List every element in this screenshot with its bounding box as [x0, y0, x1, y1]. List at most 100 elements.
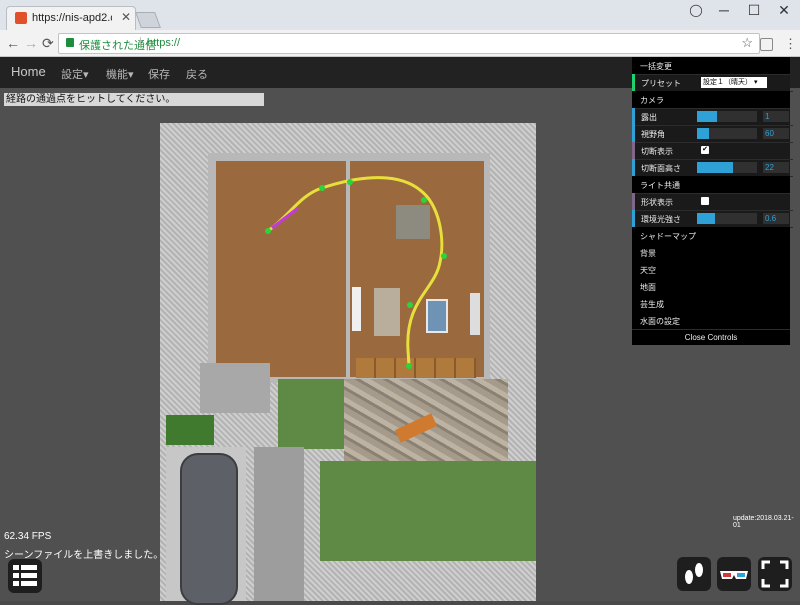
tv-stand [470, 293, 480, 335]
tab-title: https://nis-apd2.com/vie [32, 12, 112, 24]
ambient-value[interactable]: 0.6 [763, 213, 789, 224]
address-bar: ← → ⟳ 保護された通信 | https:// ☆ ⋮ [0, 30, 800, 57]
folder-title: ライト共通 [640, 181, 680, 190]
tab-close-icon[interactable]: ✕ [121, 10, 131, 24]
menu-button[interactable] [8, 559, 42, 593]
lock-icon [66, 38, 74, 47]
controls-panel: 一括変更 プリセット 設定１（晴天） ▾ カメラ 露出 1 視野角 60 切断表… [632, 57, 793, 345]
slider-fill [697, 111, 717, 122]
fov-label: 視野角 [641, 130, 665, 139]
folder-camera[interactable]: カメラ [632, 91, 790, 109]
nav-home[interactable]: Home [11, 64, 46, 79]
fullscreen-button[interactable] [758, 557, 792, 591]
folder-title: 天空 [640, 266, 656, 275]
url-field[interactable]: 保護された通信 | https:// ☆ [58, 33, 760, 54]
cut-height-value[interactable]: 22 [763, 162, 789, 173]
exposure-value[interactable]: 1 [763, 111, 789, 122]
maximize-button[interactable]: ☐ [744, 2, 764, 19]
close-controls-button[interactable]: Close Controls [632, 330, 790, 345]
new-tab-button[interactable] [135, 12, 161, 28]
footprints-icon [685, 563, 703, 584]
walkway [254, 447, 304, 601]
nav-settings[interactable]: 設定▾ [61, 66, 89, 82]
ambient-row: 環境光強さ 0.6 [632, 210, 793, 228]
ambient-label: 環境光強さ [641, 215, 681, 224]
slider-fill [697, 128, 709, 139]
lawn-front [320, 461, 536, 561]
exposure-label: 露出 [641, 113, 657, 122]
shape-display-label: 形状表示 [641, 198, 673, 207]
folder-ground[interactable]: 地面 [632, 278, 790, 296]
fov-value[interactable]: 60 [763, 128, 789, 139]
lawn-left [278, 379, 344, 449]
nav-features[interactable]: 機能▾ [106, 66, 134, 82]
3d-glasses-icon [720, 571, 748, 579]
folder-title: 一括変更 [640, 62, 672, 71]
parked-car [180, 453, 238, 605]
exposure-row: 露出 1 [632, 108, 793, 126]
room-left-floor [216, 161, 346, 377]
fov-row: 視野角 60 [632, 125, 793, 143]
preset-select[interactable]: 設定１（晴天） ▾ [701, 77, 767, 88]
cut-display-label: 切断表示 [641, 147, 673, 156]
fullscreen-icon [761, 560, 789, 588]
folder-title: シャドーマップ [640, 232, 696, 241]
cut-height-label: 切断面高さ [641, 164, 681, 173]
list-icon [13, 565, 37, 586]
dining-table [396, 205, 430, 239]
cut-display-checkbox[interactable]: ✔ [701, 146, 709, 154]
slider-fill [697, 162, 733, 173]
folder-water[interactable]: 水面の設定 [632, 312, 790, 330]
secure-label: 保護された通信 [79, 40, 156, 52]
hedge [166, 415, 214, 445]
folder-shadow-map[interactable]: シャドーマップ [632, 227, 790, 245]
preset-row: プリセット 設定１（晴天） ▾ [632, 74, 793, 92]
stereo-view-button[interactable] [717, 557, 751, 591]
browser-tab-bar: https://nis-apd2.com/vie ✕ ◯ ─ ☐ ✕ [0, 0, 800, 31]
shape-display-checkbox[interactable] [701, 197, 709, 205]
browser-menu-icon[interactable]: ⋮ [784, 36, 797, 52]
url-separator: | [139, 36, 142, 48]
nav-save[interactable]: 保存 [148, 66, 170, 82]
folder-background[interactable]: 背景 [632, 244, 790, 262]
nav-back[interactable]: 戻る [186, 66, 208, 82]
wood-deck [356, 358, 476, 378]
folder-sky[interactable]: 天空 [632, 261, 790, 279]
url-text: https:// [147, 37, 181, 49]
back-arrow-icon[interactable]: ← [6, 35, 20, 51]
fov-slider[interactable] [697, 128, 757, 139]
folder-light-common[interactable]: ライト共通 [632, 176, 790, 194]
cut-display-row: 切断表示 ✔ [632, 142, 793, 160]
room-right-floor [350, 161, 484, 377]
extension-icon[interactable] [760, 38, 773, 51]
cut-height-slider[interactable] [697, 162, 757, 173]
minimize-button[interactable]: ─ [714, 2, 734, 18]
preset-label: プリセット [641, 79, 681, 88]
folder-title: 芸生成 [640, 300, 664, 309]
browser-tab[interactable]: https://nis-apd2.com/vie ✕ [6, 6, 136, 31]
folder-title: カメラ [640, 96, 664, 105]
update-label: update:2018.03.21-01 [733, 515, 794, 529]
folder-vegetation[interactable]: 芸生成 [632, 295, 790, 313]
sofa [374, 288, 400, 336]
ambient-slider[interactable] [697, 213, 757, 224]
exposure-slider[interactable] [697, 111, 757, 122]
reload-icon[interactable]: ⟳ [42, 35, 54, 52]
folder-title: 地面 [640, 283, 656, 292]
entrance-paving [200, 363, 270, 413]
bookmark-star-icon[interactable]: ☆ [741, 35, 753, 51]
forward-arrow-icon[interactable]: → [24, 35, 38, 51]
cut-height-row: 切断面高さ 22 [632, 159, 793, 177]
walk-mode-button[interactable] [677, 557, 711, 591]
shape-display-row: 形状表示 [632, 193, 793, 211]
hint-text: 経路の通過点をヒットしてください。 [4, 93, 264, 106]
site-plan[interactable] [160, 123, 536, 605]
fps-counter: 62.34 FPS [4, 531, 52, 542]
site-favicon-icon [15, 12, 27, 24]
close-window-button[interactable]: ✕ [774, 2, 794, 19]
folder-bulk-change[interactable]: 一括変更 [632, 57, 790, 75]
folder-title: 水面の設定 [640, 317, 680, 326]
shelf [352, 287, 361, 331]
profile-icon[interactable]: ◯ [686, 3, 706, 17]
slider-fill [697, 213, 715, 224]
